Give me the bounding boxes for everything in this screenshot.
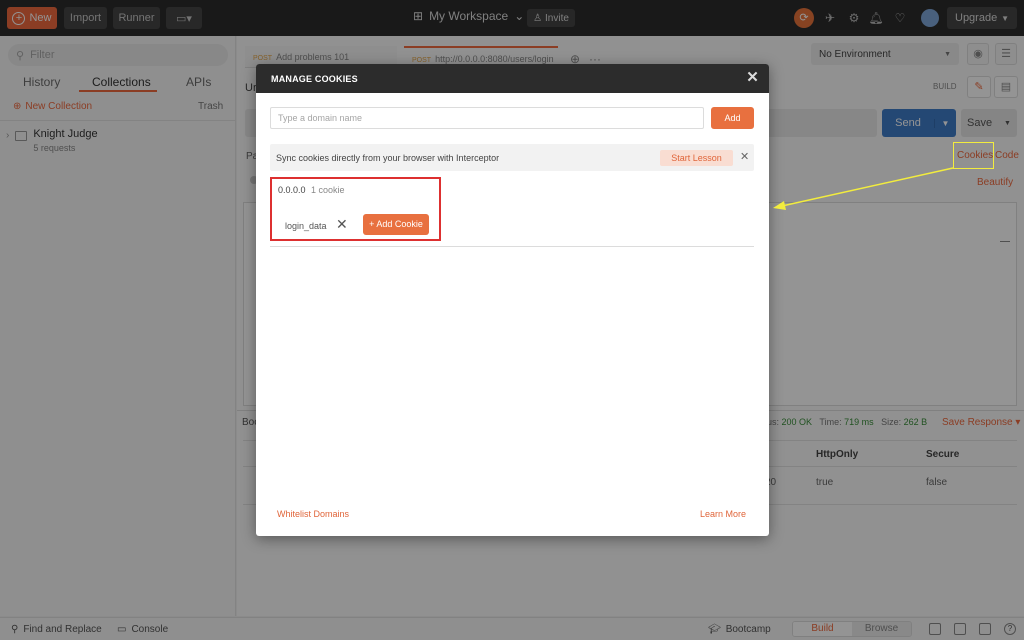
annotation-arrow <box>773 167 954 210</box>
